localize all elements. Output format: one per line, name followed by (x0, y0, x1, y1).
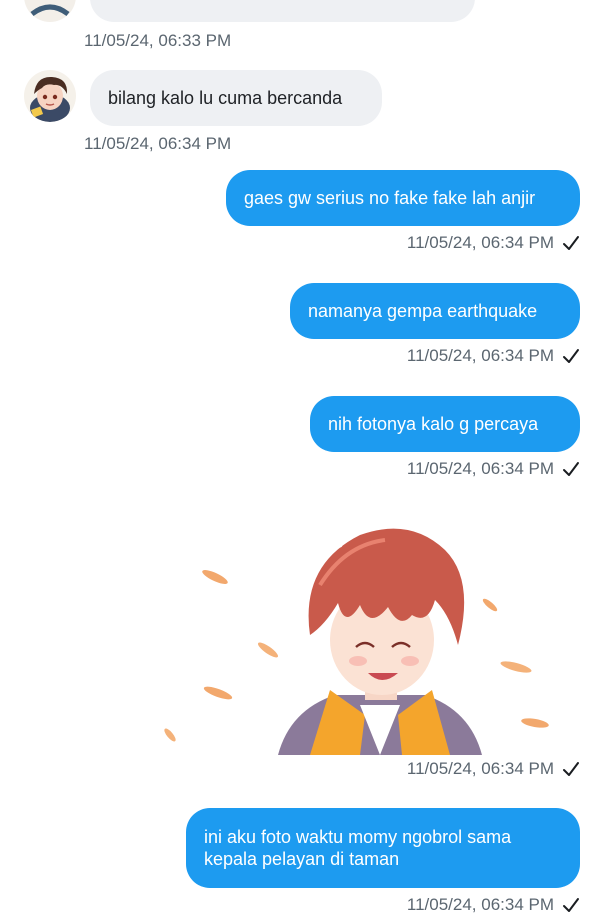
outgoing-message-bubble[interactable]: nih fotonya kalo g percaya (310, 396, 580, 452)
message-meta: 11/05/24, 06:34 PM (407, 759, 580, 779)
message-timestamp: 11/05/24, 06:34 PM (406, 459, 554, 478)
partial-avatar (24, 0, 76, 22)
incoming-message-bubble[interactable]: bilang kalo lu cuma bercanda (90, 70, 382, 126)
message-timestamp: 11/05/24, 06:34 PM (406, 346, 554, 365)
check-icon (563, 236, 579, 250)
anime-boy-illustration (160, 505, 580, 755)
avatar[interactable] (24, 70, 76, 122)
message-meta: 11/05/24, 06:34 PM (407, 233, 580, 253)
check-icon (563, 349, 579, 363)
message-timestamp: 11/05/24, 06:34 PM (406, 895, 554, 914)
message-meta: 11/05/24, 06:34 PM (407, 895, 580, 915)
outgoing-message-bubble[interactable]: gaes gw serius no fake fake lah anjir (226, 170, 580, 226)
message-meta: 11/05/24, 06:34 PM (407, 346, 580, 366)
outgoing-image-message[interactable] (160, 505, 580, 755)
message-timestamp: 11/05/24, 06:34 PM (406, 233, 554, 252)
avatar-image (24, 0, 76, 22)
message-text: ini aku foto waktu momy ngobrol sama kep… (204, 827, 512, 869)
avatar-image (24, 70, 76, 122)
message-timestamp: 11/05/24, 06:33 PM (84, 31, 232, 50)
outgoing-message-bubble[interactable]: namanya gempa earthquake (290, 283, 580, 339)
message-text: namanya gempa earthquake (308, 301, 538, 321)
check-icon (563, 898, 579, 912)
outgoing-message-bubble[interactable]: ini aku foto waktu momy ngobrol sama kep… (186, 808, 580, 888)
partial-incoming-bubble[interactable] (90, 0, 475, 22)
check-icon (563, 762, 579, 776)
message-text: gaes gw serius no fake fake lah anjir (244, 188, 536, 208)
message-text: bilang kalo lu cuma bercanda (108, 88, 343, 108)
check-icon (563, 462, 579, 476)
message-timestamp: 11/05/24, 06:34 PM (84, 134, 232, 153)
message-timestamp: 11/05/24, 06:34 PM (406, 759, 554, 778)
message-text: nih fotonya kalo g percaya (328, 414, 539, 434)
message-meta: 11/05/24, 06:34 PM (407, 459, 580, 479)
